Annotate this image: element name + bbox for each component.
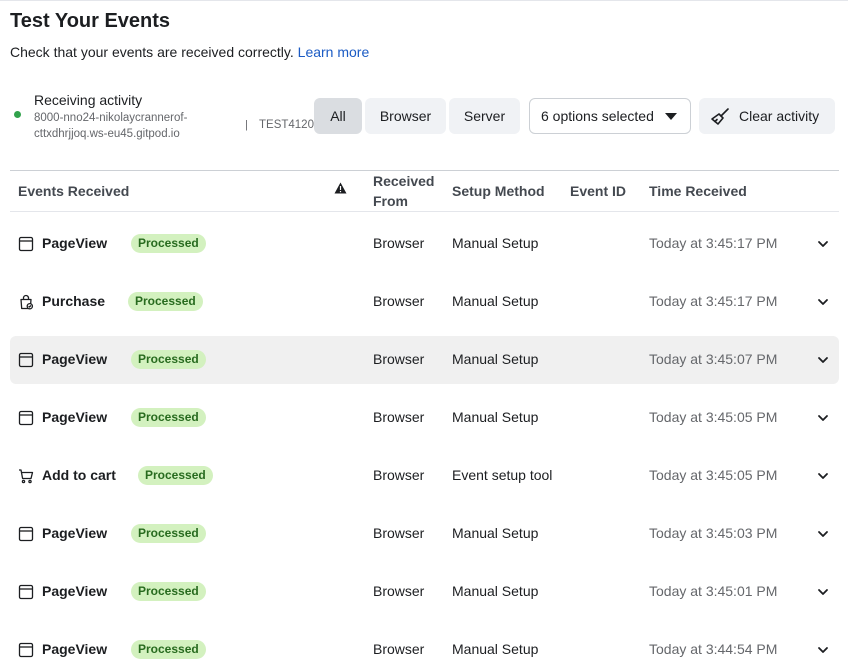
table-row[interactable]: PageView Processed Browser Manual Setup Toda… (10, 394, 839, 442)
time-received-cell: Today at 3:45:05 PM (649, 467, 778, 483)
caret-down-icon (665, 113, 677, 120)
event-name: PageView (42, 409, 108, 425)
top-divider (0, 0, 848, 1)
chevron-down-icon[interactable] (816, 527, 830, 541)
chevron-down-icon[interactable] (816, 643, 830, 657)
page-title: Test Your Events (10, 10, 171, 32)
time-received-cell: Today at 3:44:54 PM (649, 641, 778, 657)
status-host: 8000-nno24-nikolaycrannerof-cttxdhrjjoq.… (34, 112, 188, 140)
page-subtitle: Check that your events are received corr… (10, 44, 369, 60)
chevron-down-icon[interactable] (816, 469, 830, 483)
clear-activity-label: Clear activity (739, 108, 820, 124)
received-from-cell: Browser (373, 351, 425, 367)
received-from-cell: Browser (373, 641, 425, 657)
event-name: Purchase (42, 293, 106, 309)
status-badge: Processed (131, 408, 206, 427)
column-header-received-from: Received From (373, 173, 435, 209)
broom-icon (711, 108, 729, 125)
column-header-time-received: Time Received (649, 183, 747, 199)
status-badge: Processed (131, 524, 206, 543)
table-row[interactable]: Purchase Processed Browser Manual Setup Toda… (10, 278, 839, 326)
time-received-cell: Today at 3:45:07 PM (649, 351, 778, 367)
warning-icon (334, 182, 347, 194)
received-from-cell: Browser (373, 583, 425, 599)
chevron-down-icon[interactable] (816, 237, 830, 251)
setup-method-cell: Manual Setup (452, 293, 539, 309)
status-badge: Processed (131, 350, 206, 369)
chevron-down-icon[interactable] (816, 353, 830, 367)
event-name: PageView (42, 641, 108, 657)
status-separator: | (245, 119, 248, 131)
filter-server-button[interactable]: Server (449, 98, 520, 134)
filter-browser-button[interactable]: Browser (365, 98, 446, 134)
clear-activity-button[interactable]: Clear activity (699, 98, 835, 134)
status-label: Receiving activity (34, 92, 143, 108)
table-row[interactable]: PageView Processed Browser Manual Setup Toda… (10, 336, 839, 384)
table-row[interactable]: Add to cart Processed Browser Event setup t… (10, 452, 839, 500)
event-name: PageView (42, 235, 108, 251)
column-header-event-id: Event ID (570, 183, 627, 199)
subtitle-text: Check that your events are received corr… (10, 44, 294, 60)
setup-method-cell: Manual Setup (452, 641, 539, 657)
time-received-cell: Today at 3:45:17 PM (649, 235, 778, 251)
status-badge: Processed (138, 466, 213, 485)
event-name: PageView (42, 351, 108, 367)
setup-method-cell: Event setup tool (452, 467, 553, 483)
column-header-setup-method: Setup Method (452, 183, 545, 199)
table-row[interactable]: PageView Processed Browser Manual Setup Toda… (10, 220, 839, 268)
chevron-down-icon[interactable] (816, 411, 830, 425)
options-dropdown[interactable]: 6 options selected (529, 98, 691, 134)
table-row[interactable]: PageView Processed Browser Manual Setup Toda… (10, 510, 839, 558)
table-row[interactable]: PageView Processed Browser Manual Setup Toda… (10, 626, 839, 671)
table-row[interactable]: PageView Processed Browser Manual Setup Toda… (10, 568, 839, 616)
chevron-down-icon[interactable] (816, 295, 830, 309)
browser-window-icon (18, 642, 34, 658)
browser-window-icon (18, 410, 34, 426)
browser-window-icon (18, 526, 34, 542)
setup-method-cell: Manual Setup (452, 235, 539, 251)
browser-window-icon (18, 352, 34, 368)
status-dot (14, 111, 21, 118)
received-from-cell: Browser (373, 525, 425, 541)
browser-window-icon (18, 236, 34, 252)
event-name: PageView (42, 583, 108, 599)
chevron-down-icon[interactable] (816, 585, 830, 599)
event-name: Add to cart (42, 467, 116, 483)
learn-more-link[interactable]: Learn more (298, 44, 370, 60)
column-header-events: Events Received (18, 183, 130, 199)
filter-all-button[interactable]: All (314, 98, 362, 134)
setup-method-cell: Manual Setup (452, 583, 539, 599)
event-name: PageView (42, 525, 108, 541)
setup-method-cell: Manual Setup (452, 351, 539, 367)
shopping-cart-icon (18, 468, 34, 484)
time-received-cell: Today at 3:45:05 PM (649, 409, 778, 425)
time-received-cell: Today at 3:45:03 PM (649, 525, 778, 541)
received-from-cell: Browser (373, 409, 425, 425)
received-from-cell: Browser (373, 235, 425, 251)
options-dropdown-value: 6 options selected (541, 108, 654, 124)
received-from-cell: Browser (373, 293, 425, 309)
status-badge: Processed (131, 234, 206, 253)
browser-window-icon (18, 584, 34, 600)
table-header-border (10, 211, 839, 212)
setup-method-cell: Manual Setup (452, 525, 539, 541)
time-received-cell: Today at 3:45:17 PM (649, 293, 778, 309)
test-code: TEST41206 (259, 119, 321, 131)
setup-method-cell: Manual Setup (452, 409, 539, 425)
time-received-cell: Today at 3:45:01 PM (649, 583, 778, 599)
status-badge: Processed (131, 582, 206, 601)
status-badge: Processed (131, 640, 206, 659)
shopping-bag-icon (18, 294, 34, 310)
received-from-cell: Browser (373, 467, 425, 483)
status-badge: Processed (128, 292, 203, 311)
